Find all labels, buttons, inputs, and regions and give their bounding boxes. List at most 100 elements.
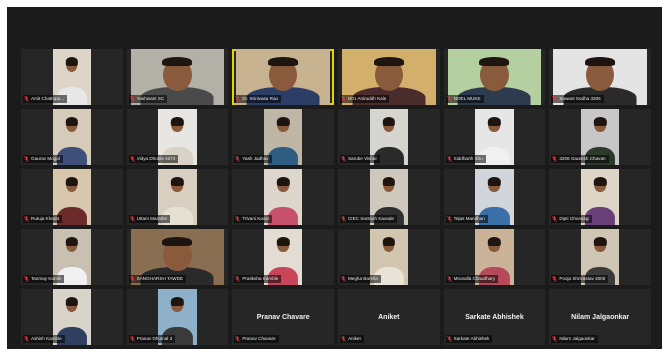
participant-name: SANGHARSH TAWDE: [136, 276, 184, 281]
participant-tile[interactable]: Vidya Dhoble 4274: [126, 109, 229, 165]
participant-tile[interactable]: Sarkate Abhishek Sarkate Abhishek: [443, 289, 546, 345]
participant-tile[interactable]: Pranav Chavare Pranav Chavare: [232, 289, 334, 345]
mic-muted-icon: [446, 96, 452, 102]
top-bar: [7, 7, 662, 43]
mic-muted-icon: [552, 336, 558, 342]
participant-name-label: Tejas Mandhan: [445, 215, 488, 223]
mic-muted-icon: [24, 96, 29, 102]
mic-muted-icon: [341, 336, 346, 342]
participant-tile[interactable]: NOEL MUKE: [443, 49, 546, 105]
participant-name: Sawant Sodha 3306: [559, 96, 601, 101]
participant-name: Yash Jadhav: [242, 156, 269, 161]
participant-display-name: Aniket: [378, 313, 400, 321]
mic-muted-icon: [129, 216, 135, 222]
mic-muted-icon: [446, 156, 452, 162]
participant-tile[interactable]: Tanmay Karnik: [21, 229, 123, 285]
participant-name-label: Pratiksha Kamble: [234, 275, 282, 283]
participant-name-label: Pranav Dhumal 3: [128, 335, 176, 343]
participant-tile[interactable]: Gaurav Mogal: [21, 109, 123, 165]
participant-name-label: Pooja Shrivastav 4005: [551, 275, 609, 283]
participant-tile[interactable]: SANGHARSH TAWDE: [126, 229, 229, 285]
participant-name: Amit Chattopa...: [31, 96, 64, 101]
mic-muted-icon: [129, 156, 135, 162]
mic-muted-icon: [446, 276, 452, 282]
participant-name: Megha Barsha: [347, 276, 378, 281]
participant-name: Sarube Vishal: [347, 156, 377, 161]
participant-name-label: Sawant Sodha 3306: [551, 95, 604, 103]
participant-tile[interactable]: Pratiksha Kamble: [232, 229, 334, 285]
gallery-grid: Amit Chattopa... Yashwant SC Dr. Srinivasa…: [21, 49, 651, 345]
participant-tile[interactable]: Trivani Kavar: [232, 169, 334, 225]
participant-name: Gaurav Mogal: [31, 156, 60, 161]
participant-tile[interactable]: 3206 Gauresh Chavan: [549, 109, 651, 165]
participant-tile[interactable]: Dipti Ghonasgi: [549, 169, 651, 225]
participant-name-label: Tanmay Karnik: [23, 275, 65, 283]
participant-name-label: Siddharth Shu: [445, 155, 486, 163]
participant-name: Pooja Shrivastav 4005: [559, 276, 606, 281]
participant-name: Nilam Jalgaonkar: [559, 336, 595, 341]
mic-muted-icon: [24, 336, 29, 342]
participant-tile[interactable]: Siddharth Shu: [443, 109, 546, 165]
participant-name: Ashish Kamble: [31, 336, 62, 341]
participant-tile[interactable]: Pooja Shrivastav 4005: [549, 229, 651, 285]
mic-muted-icon: [341, 96, 346, 102]
participant-name: Aniket: [347, 336, 361, 341]
participant-name: Rutuja Kharat: [31, 216, 60, 221]
participant-name-label: Nilam Jalgaonkar: [551, 335, 598, 343]
participant-name-label: Vidya Dhoble 4274: [128, 155, 179, 163]
participant-name: Tejas Mandhan: [453, 216, 485, 221]
mic-muted-icon: [129, 336, 135, 342]
participant-name: Siddharth Shu: [453, 156, 483, 161]
mic-muted-icon: [24, 276, 29, 282]
participant-tile[interactable]: Yash Jadhav: [232, 109, 334, 165]
participant-name: Pranav Chavare: [242, 336, 276, 341]
participant-tile[interactable]: Rutuja Kharat: [21, 169, 123, 225]
participant-name-label: D01 Aniruddh Kale: [339, 95, 390, 103]
mic-muted-icon: [235, 156, 241, 162]
participant-display-name: Pranav Chavare: [256, 313, 310, 321]
mic-muted-icon: [24, 156, 29, 162]
participant-name: Dipti Ghonasgi: [559, 216, 590, 221]
participant-tile[interactable]: D01 Aniruddh Kale: [337, 49, 440, 105]
participant-display-name: Nilam Jalgaonkar: [571, 313, 630, 321]
mic-muted-icon: [235, 96, 241, 102]
participant-name: Pranav Dhumal 3: [136, 336, 173, 341]
participant-name-label: Sarkate Abhishek: [445, 335, 493, 343]
participant-name-label: Yashwant SC: [128, 95, 168, 103]
participant-name: Mrunalla Chaudhary: [453, 276, 496, 281]
participant-tile[interactable]: CIEC Santosh Kavade: [337, 169, 440, 225]
participant-tile[interactable]: Tejas Mandhan: [443, 169, 546, 225]
mic-muted-icon: [552, 96, 558, 102]
participant-tile[interactable]: Nilam Jalgaonkar Nilam Jalgaonkar: [549, 289, 651, 345]
participant-name-label: Rutuja Kharat: [23, 215, 63, 223]
participant-tile[interactable]: Megha Barsha: [337, 229, 440, 285]
participant-tile[interactable]: Ashish Kamble: [21, 289, 123, 345]
participant-name: Vidya Dhoble 4274: [136, 156, 176, 161]
participant-tile[interactable]: Uttam Marathe: [126, 169, 229, 225]
participant-tile[interactable]: Sarube Vishal: [337, 109, 440, 165]
participant-name: Tanmay Karnik: [31, 276, 62, 281]
participant-name: D01 Aniruddh Kale: [347, 96, 387, 101]
mic-muted-icon: [129, 96, 135, 102]
participant-name-label: Uttam Marathe: [128, 215, 171, 223]
participant-tile[interactable]: Pranav Dhumal 3: [126, 289, 229, 345]
mic-muted-icon: [552, 276, 558, 282]
mic-muted-icon: [235, 216, 241, 222]
participant-tile[interactable]: Aniket Aniket: [337, 289, 440, 345]
mic-muted-icon: [24, 216, 29, 222]
mic-muted-icon: [552, 216, 558, 222]
participant-name: Pratiksha Kamble: [242, 276, 279, 281]
participant-tile[interactable]: Mrunalla Chaudhary: [443, 229, 546, 285]
participant-tile[interactable]: Dr. Srinivasa Rao: [232, 49, 334, 105]
participant-tile[interactable]: Yashwant SC: [126, 49, 229, 105]
participant-name: Sarkate Abhishek: [453, 336, 490, 341]
mic-muted-icon: [129, 276, 135, 282]
participant-name: Dr. Srinivasa Rao: [242, 96, 279, 101]
mic-muted-icon: [341, 156, 346, 162]
participant-name-label: Dipti Ghonasgi: [551, 215, 593, 223]
participant-tile[interactable]: Amit Chattopa...: [21, 49, 123, 105]
participant-tile[interactable]: Sawant Sodha 3306: [549, 49, 651, 105]
mic-muted-icon: [341, 276, 346, 282]
mic-muted-icon: [235, 276, 241, 282]
participant-name-label: NOEL MUKE: [445, 95, 484, 103]
